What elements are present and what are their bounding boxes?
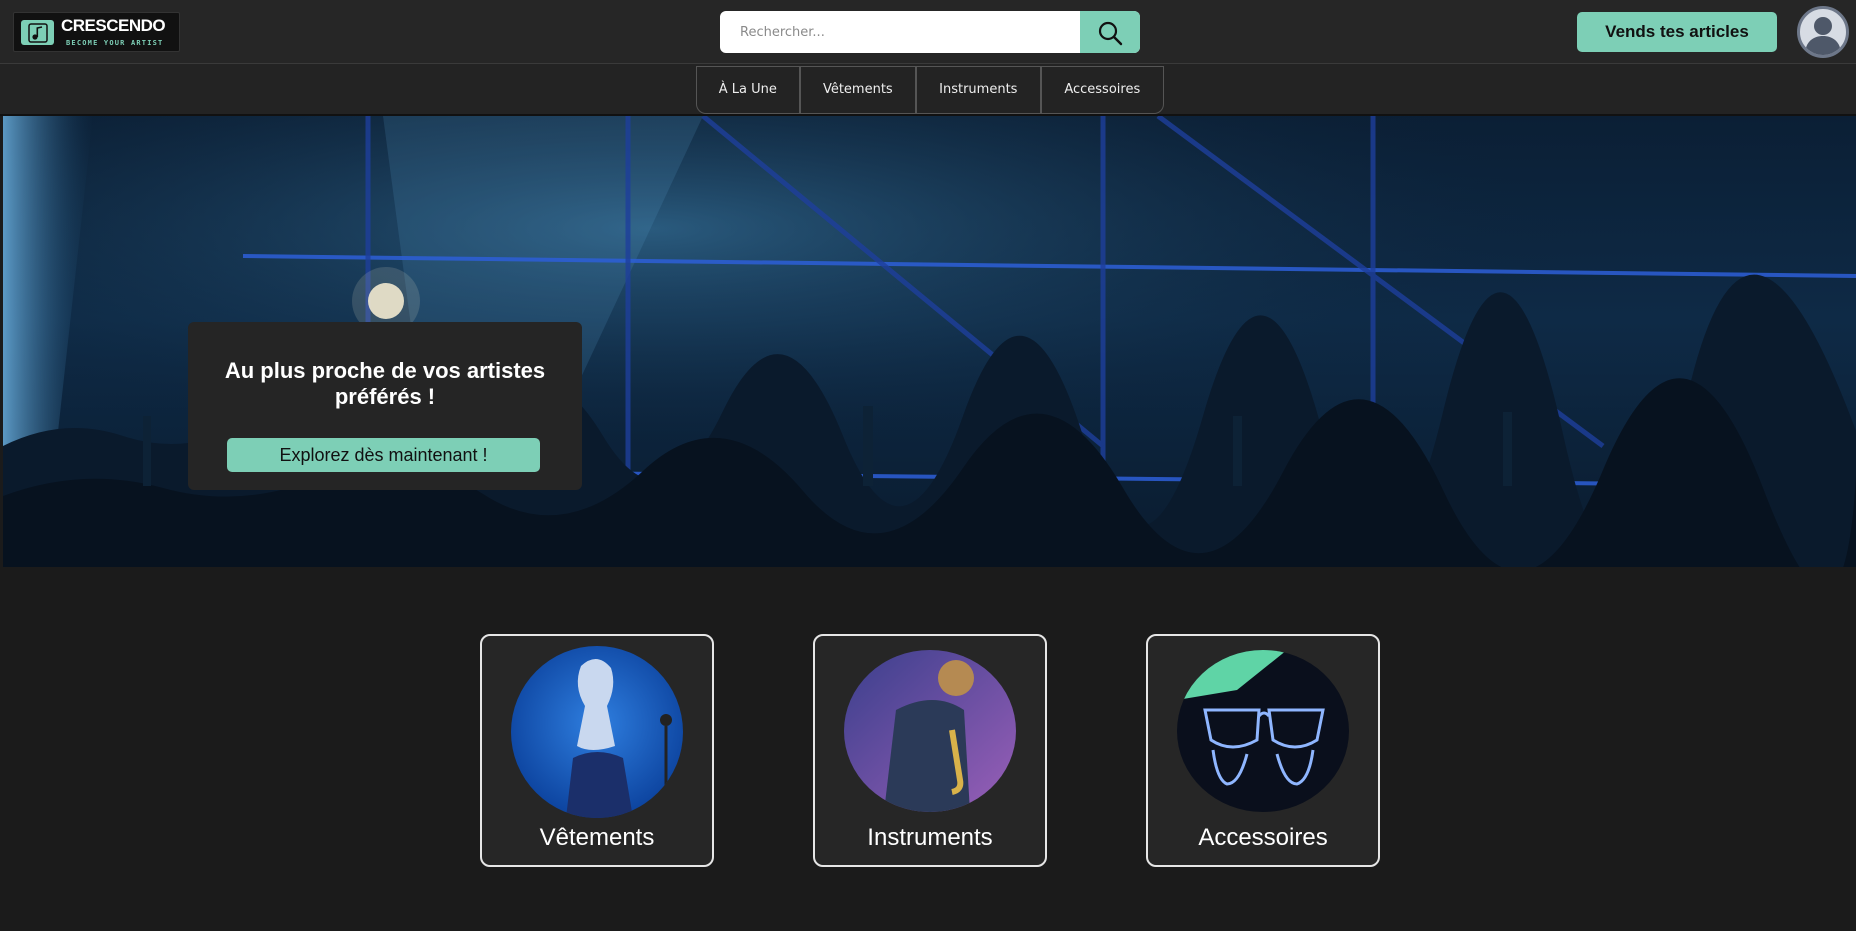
- neon-glasses-photo: [1177, 650, 1349, 812]
- brand-logo[interactable]: CRESCENDO BECOME YOUR ARTIST: [13, 12, 180, 52]
- nav-item-instruments[interactable]: Instruments: [917, 66, 1042, 113]
- brand-name: CRESCENDO: [61, 16, 166, 35]
- nav-item-vetements[interactable]: Vêtements: [801, 66, 918, 113]
- hero-card: Au plus proche de vos artistes préférés …: [188, 322, 582, 490]
- category-card-instruments[interactable]: Instruments: [813, 634, 1047, 867]
- category-label: Accessoires: [1198, 824, 1328, 851]
- explore-button[interactable]: Explorez dès maintenant !: [227, 438, 540, 472]
- hero-banner: Au plus proche de vos artistes préférés …: [3, 116, 1856, 567]
- saxophonist-photo: [844, 650, 1016, 812]
- category-label: Instruments: [867, 824, 993, 851]
- sell-items-button[interactable]: Vends tes articles: [1577, 12, 1777, 52]
- search-input[interactable]: [720, 11, 1080, 53]
- user-icon: [1805, 17, 1841, 55]
- category-nav: À La Une Vêtements Instruments Accessoir…: [0, 64, 1856, 116]
- top-bar: CRESCENDO BECOME YOUR ARTIST Vends tes a…: [0, 0, 1856, 64]
- nav-item-accessoires[interactable]: Accessoires: [1042, 66, 1163, 113]
- category-card-vetements[interactable]: Vêtements: [480, 634, 714, 867]
- hero-title: Au plus proche de vos artistes préférés …: [224, 358, 546, 409]
- singer-photo: [511, 646, 683, 818]
- search-bar: [720, 11, 1140, 53]
- brand-tagline: BECOME YOUR ARTIST: [66, 39, 164, 47]
- category-card-accessoires[interactable]: Accessoires: [1146, 634, 1380, 867]
- search-icon: [1098, 21, 1123, 46]
- user-avatar[interactable]: [1797, 6, 1849, 58]
- page: CRESCENDO BECOME YOUR ARTIST Vends tes a…: [0, 0, 1856, 931]
- music-note-icon: [21, 20, 54, 45]
- search-button[interactable]: [1080, 11, 1140, 53]
- category-label: Vêtements: [539, 824, 655, 851]
- category-cards: Vêtements Instruments Accessoires: [0, 567, 1856, 931]
- nav-item-a-la-une[interactable]: À La Une: [697, 66, 801, 113]
- category-tabs: À La Une Vêtements Instruments Accessoir…: [696, 66, 1164, 114]
